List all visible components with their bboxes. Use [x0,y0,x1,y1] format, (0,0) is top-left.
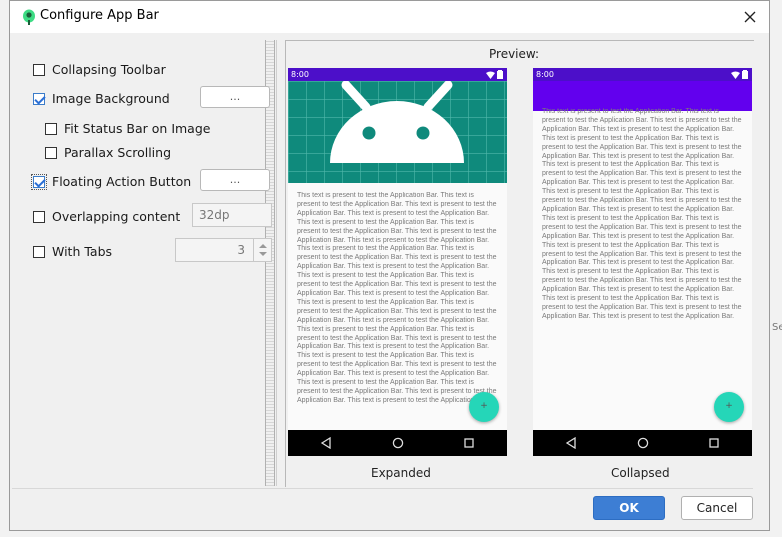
preview-label: Preview: [489,47,540,61]
recents-icon[interactable] [464,437,474,449]
stepper-arrows-icon [259,244,267,256]
status-time: 8:00 [536,70,554,79]
image-background-label: Image Background [52,91,170,106]
dialog-title: Configure App Bar [40,8,159,23]
overlapping-content-checkbox[interactable] [33,210,45,223]
back-icon[interactable] [566,437,576,449]
android-studio-icon [23,9,35,25]
battery-icon [742,70,748,79]
home-icon[interactable] [392,437,404,449]
fit-status-bar-checkbox[interactable] [45,122,57,135]
ok-button[interactable]: OK [593,496,665,520]
fab-browse-button[interactable]: ... [200,169,270,191]
cancel-button[interactable]: Cancel [681,496,753,520]
collapsing-toolbar-option[interactable]: Collapsing Toolbar [33,62,166,77]
image-background-option[interactable]: Image Background [33,91,170,106]
status-bar: 8:00 [288,68,507,81]
floating-action-button-label: Floating Action Button [52,174,192,189]
close-icon [744,11,756,23]
background-text: Se [772,322,782,333]
image-background-checkbox[interactable] [33,92,45,105]
overlapping-content-field[interactable]: 32dp [192,203,272,227]
parallax-scrolling-label: Parallax Scrolling [64,145,172,160]
divider [12,488,753,489]
app-bar-image [288,81,507,183]
tab-count-stepper[interactable] [253,238,272,262]
collapsing-toolbar-label: Collapsing Toolbar [52,62,166,77]
navigation-bar [533,430,752,456]
floating-action-button-checkbox[interactable] [31,173,47,190]
title-bar: Configure App Bar [10,1,769,33]
with-tabs-option[interactable]: With Tabs [33,244,112,259]
home-icon[interactable] [637,437,649,449]
status-bar: 8:00 [533,68,752,81]
fit-status-bar-label: Fit Status Bar on Image [64,121,211,136]
collapsed-caption: Collapsed [611,466,670,480]
parallax-scrolling-checkbox[interactable] [45,146,57,159]
collapsed-preview-phone: 8:00 This text is present to test the Ap… [533,68,752,456]
status-time: 8:00 [291,70,309,79]
wifi-icon [486,71,495,79]
android-logo-icon [288,81,507,183]
wifi-icon [731,71,740,79]
sample-body-text: This text is present to test the Applica… [542,108,742,320]
overlapping-content-option[interactable]: Overlapping content [33,209,180,224]
fit-status-bar-option[interactable]: Fit Status Bar on Image [45,121,210,136]
battery-icon [497,70,503,79]
collapsing-toolbar-checkbox[interactable] [33,63,45,76]
parallax-scrolling-option[interactable]: Parallax Scrolling [45,145,171,160]
fab-button[interactable] [469,392,499,422]
floating-action-button-option[interactable]: Floating Action Button [31,173,192,190]
close-button[interactable] [736,4,764,30]
collapsed-app-bar [533,81,752,111]
recents-icon[interactable] [709,437,719,449]
with-tabs-label: With Tabs [52,244,113,259]
back-icon[interactable] [321,437,331,449]
sample-body-text: This text is present to test the Applica… [297,192,497,404]
fab-button[interactable] [714,392,744,422]
expanded-preview-phone: 8:00 This text is present to test the Ap… [288,68,507,456]
expanded-caption: Expanded [371,466,431,480]
with-tabs-checkbox[interactable] [33,245,45,258]
image-background-browse-button[interactable]: ... [200,86,270,108]
navigation-bar [288,430,507,456]
overlapping-content-label: Overlapping content [52,209,181,224]
